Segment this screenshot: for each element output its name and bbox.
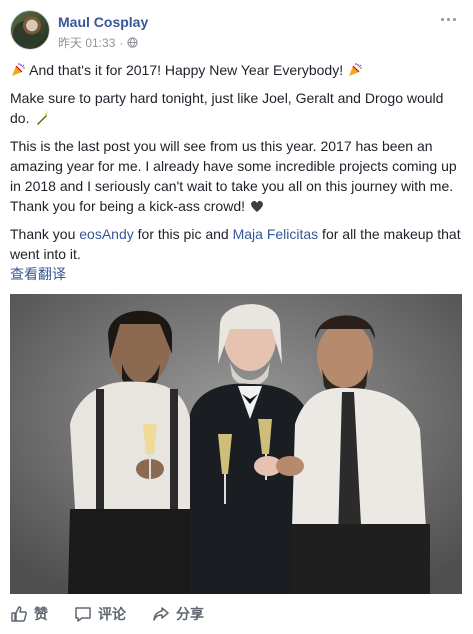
paragraph-1: And that's it for 2017! Happy New Year E…: [10, 60, 462, 80]
paragraph-2-text: Make sure to party hard tonight, just li…: [10, 90, 444, 126]
thanks-text: Thank you: [10, 226, 80, 242]
paragraph-1-text: And that's it for 2017! Happy New Year E…: [29, 62, 344, 78]
link-maja-felicitas[interactable]: Maja Felicitas: [233, 226, 319, 242]
comment-label: 评论: [98, 606, 126, 622]
post-card: Maul Cosplay 昨天 01:33 · And that's it fo…: [0, 0, 473, 634]
share-button[interactable]: 分享: [152, 604, 204, 624]
post-time[interactable]: 昨天 01:33: [58, 34, 115, 51]
author-name[interactable]: Maul Cosplay: [58, 14, 148, 30]
party-popper-icon-2: [348, 63, 362, 76]
globe-icon: [127, 37, 139, 48]
paragraph-3-text: This is the last post you will see from …: [10, 138, 457, 214]
post-actions: 赞 评论 分享: [10, 600, 462, 628]
avatar[interactable]: [10, 10, 50, 50]
post-header: Maul Cosplay 昨天 01:33 ·: [10, 10, 463, 54]
party-popper-icon: [12, 63, 25, 76]
paragraph-2: Make sure to party hard tonight, just li…: [10, 88, 462, 128]
share-label: 分享: [176, 606, 204, 622]
more-icon[interactable]: [441, 14, 457, 24]
post-meta: 昨天 01:33 ·: [58, 34, 139, 51]
photo-illustration: [10, 294, 462, 594]
paragraph-4: Thank you eosAndy for this pic and Maja …: [10, 224, 462, 264]
black-heart-icon: [250, 200, 263, 212]
thumbs-up-icon: [11, 606, 27, 622]
like-button[interactable]: 赞: [10, 604, 48, 624]
comment-icon: [75, 607, 91, 622]
thanks-mid-text: for this pic and: [133, 226, 233, 242]
champagne-bottle-icon: [37, 111, 49, 125]
paragraph-3: This is the last post you will see from …: [10, 136, 462, 216]
share-icon: [153, 607, 169, 621]
link-eosandy[interactable]: eosAndy: [79, 226, 133, 242]
like-label: 赞: [34, 606, 48, 622]
post-text: And that's it for 2017! Happy New Year E…: [10, 60, 462, 272]
post-photo[interactable]: [10, 294, 462, 594]
comment-button[interactable]: 评论: [74, 604, 126, 624]
see-translation-link[interactable]: 查看翻译: [10, 264, 66, 284]
